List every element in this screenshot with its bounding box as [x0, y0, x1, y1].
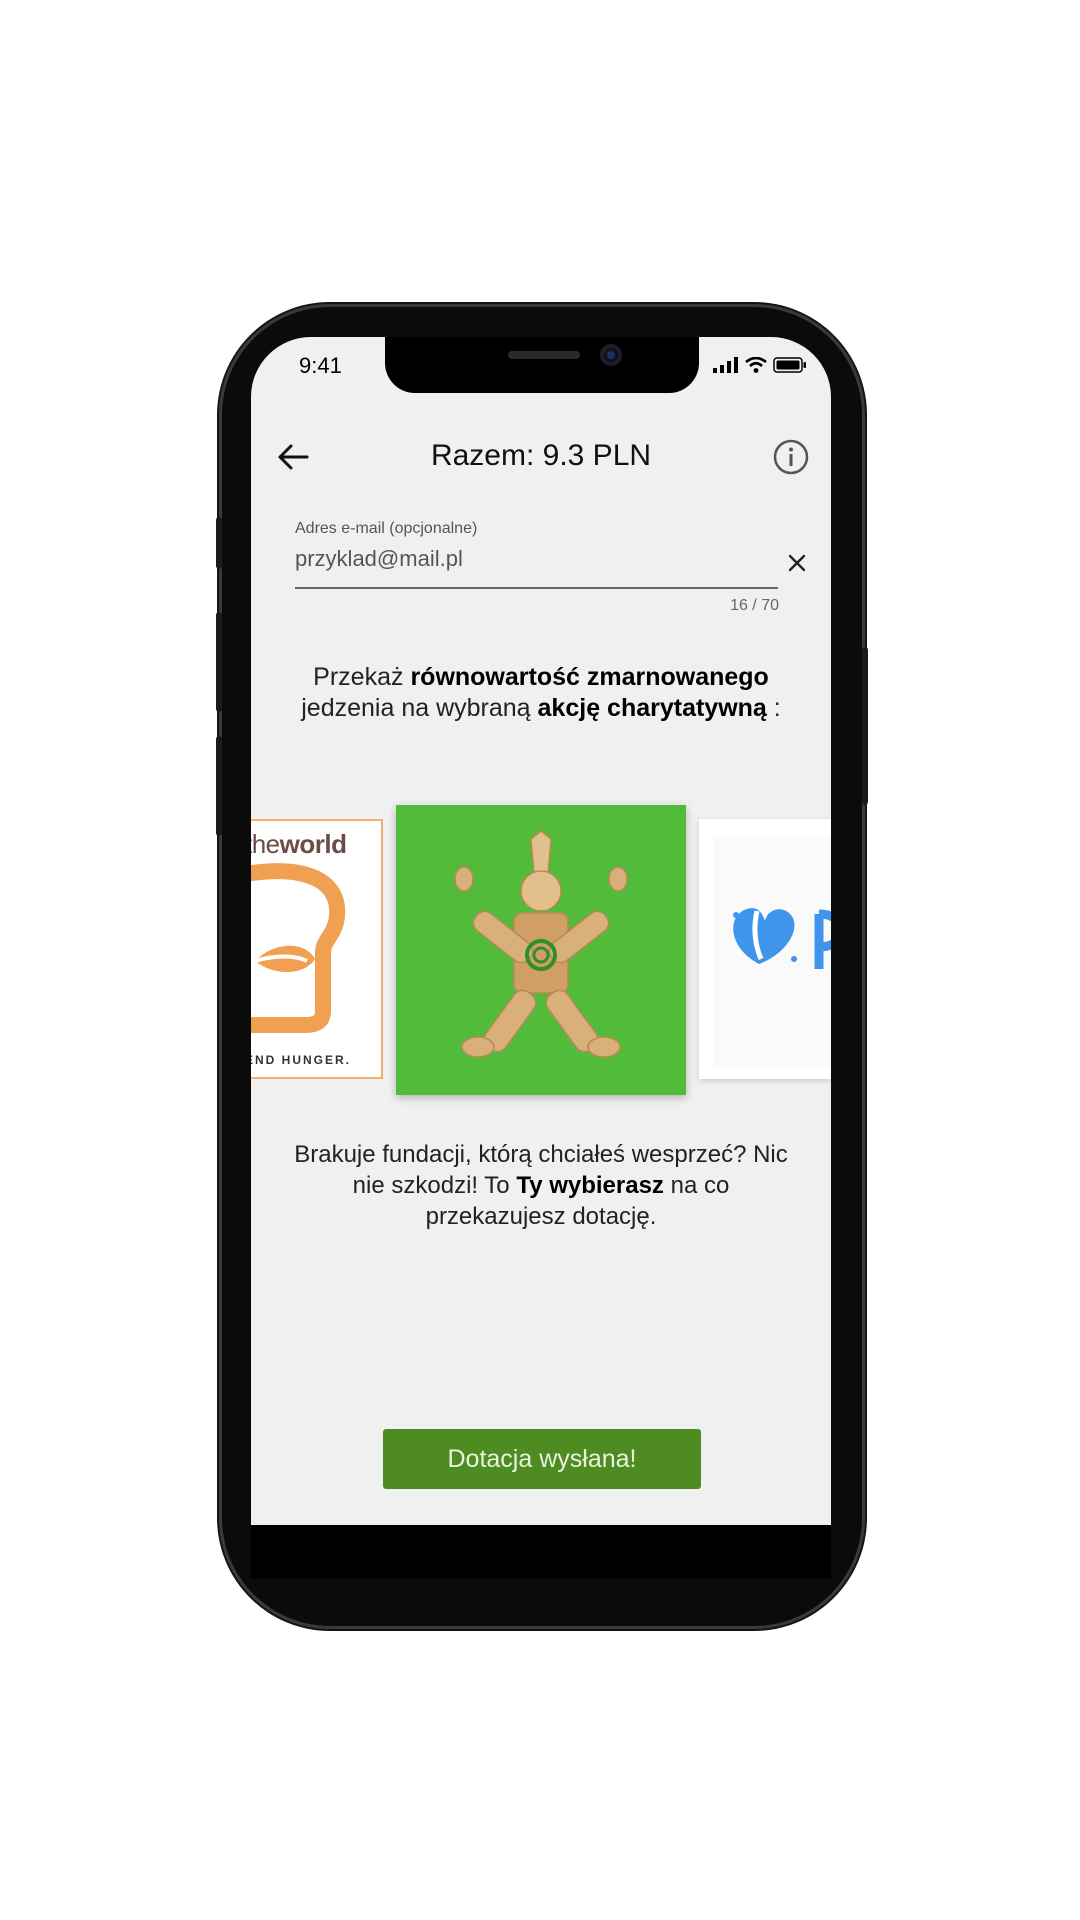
charity-card-blue[interactable] [699, 819, 831, 1079]
power-button [862, 647, 868, 805]
charity-card-feed-the-world[interactable]: theworld END HUNGER. [251, 819, 383, 1079]
intro-text-part: Przekaż [313, 663, 411, 691]
screen-bottom-bezel [251, 1525, 831, 1579]
heart-logo-icon [713, 837, 831, 1067]
charity-card-selected[interactable] [396, 805, 686, 1095]
bread-logo-icon [251, 863, 346, 1033]
charity-logo-text: theworld [251, 829, 347, 860]
info-icon[interactable] [771, 437, 811, 477]
info-text-bold: Ty wybierasz [516, 1172, 664, 1199]
page-title: Razem: 9.3 PLN [430, 439, 652, 472]
intro-text-part: jedzenia na wybraną [301, 694, 538, 722]
app-screen: 9:41 Razem: 9.3 PLN Adres e-mail (opcjon… [251, 337, 831, 1525]
front-camera [600, 344, 622, 366]
intro-text-bold: akcję charytatywną [537, 694, 767, 722]
character-counter: 16 / 70 [730, 597, 779, 614]
intro-text-bold: równowartość zmarnowanego [410, 663, 769, 691]
email-field-underline [295, 587, 778, 589]
volume-down-button [216, 736, 222, 836]
logo-text-bold: world [279, 829, 347, 859]
battery-icon [773, 357, 806, 373]
info-text: Brakuje fundacji, którą chciałeś wesprze… [291, 1139, 791, 1232]
intro-text: Przekaż równowartość zmarnowanego jedzen… [291, 662, 791, 724]
close-icon[interactable] [785, 551, 809, 575]
email-field[interactable] [295, 542, 775, 576]
header: Razem: 9.3 PLN [251, 425, 831, 485]
notch [385, 337, 699, 393]
status-time: 9:41 [299, 353, 342, 378]
signal-icon [713, 357, 738, 373]
donate-button[interactable]: Dotacja wysłana! [383, 1429, 701, 1489]
speaker [508, 351, 580, 359]
wifi-icon [745, 357, 767, 373]
silent-switch [216, 517, 222, 569]
status-icons [713, 357, 807, 373]
charity-tagline: END HUNGER. [251, 1053, 352, 1067]
intro-text-part: : [766, 694, 781, 722]
logo-text-light: the [251, 829, 280, 859]
email-field-label: Adres e-mail (opcjonalne) [295, 520, 478, 537]
wooden-puppet-image [454, 830, 628, 1058]
volume-up-button [216, 612, 222, 712]
